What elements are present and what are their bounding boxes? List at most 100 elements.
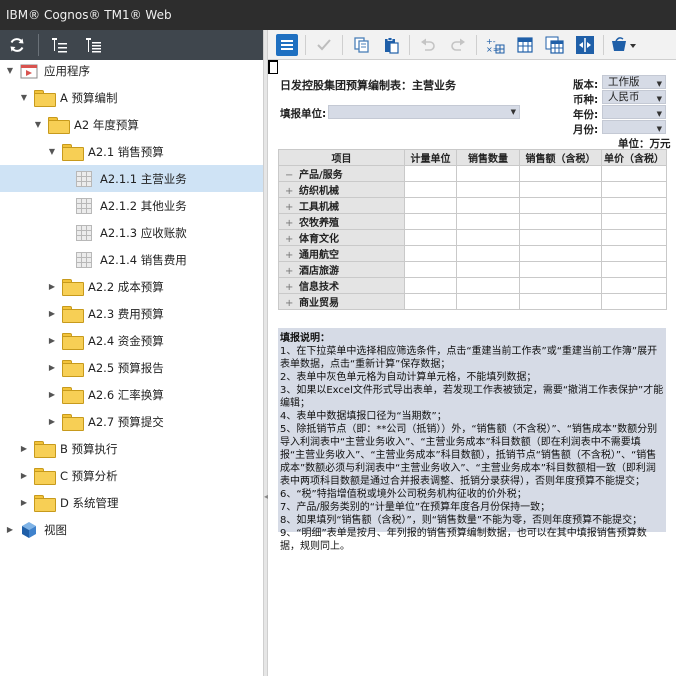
expand-plus-icon[interactable]: + — [285, 218, 299, 229]
expand-plus-icon[interactable]: + — [285, 186, 299, 197]
row-header[interactable]: + 农牧养殖 — [278, 213, 405, 230]
data-cell[interactable] — [456, 181, 520, 198]
collapsed-twisty-icon[interactable]: ▶ — [46, 335, 58, 347]
data-cell[interactable] — [456, 293, 520, 310]
expanded-twisty-icon[interactable]: ▼ — [4, 65, 16, 77]
data-cell[interactable] — [404, 245, 457, 262]
data-cell[interactable] — [519, 165, 602, 182]
fit-columns-button[interactable] — [570, 31, 600, 59]
data-cell[interactable] — [519, 293, 602, 310]
expanded-twisty-icon[interactable]: ▼ — [32, 119, 44, 131]
data-cell[interactable] — [519, 229, 602, 246]
data-cell[interactable] — [601, 261, 667, 278]
year-dropdown[interactable]: ▼ — [602, 105, 666, 119]
menu-button[interactable] — [272, 31, 302, 59]
currency-dropdown[interactable]: 人民币 ▼ — [602, 90, 666, 104]
tree-item[interactable]: ▶ C 预算分析 — [0, 462, 263, 489]
tree-item[interactable]: ▼ A 预算编制 — [0, 84, 263, 111]
data-cell[interactable] — [404, 229, 457, 246]
expand-plus-icon[interactable]: + — [285, 250, 299, 261]
data-cell[interactable] — [519, 261, 602, 278]
row-header[interactable]: + 酒店旅游 — [278, 261, 405, 278]
data-cell[interactable] — [404, 197, 457, 214]
tree-item[interactable]: ▶ A2.3 费用预算 — [0, 300, 263, 327]
copy-button[interactable] — [346, 31, 376, 59]
expanded-twisty-icon[interactable]: ▼ — [18, 92, 30, 104]
collapsed-twisty-icon[interactable]: ▶ — [18, 443, 30, 455]
unit-dropdown[interactable]: ▼ — [328, 105, 520, 119]
refresh-button[interactable] — [0, 30, 34, 60]
collapsed-twisty-icon[interactable]: ▶ — [46, 362, 58, 374]
data-cell[interactable] — [519, 213, 602, 230]
undo-button[interactable] — [413, 31, 443, 59]
data-cell[interactable] — [404, 213, 457, 230]
tree-item[interactable]: ▶ A2.4 资金预算 — [0, 327, 263, 354]
tree-item[interactable]: ▼ A2 年度预算 — [0, 111, 263, 138]
version-dropdown[interactable]: 工作版 ▼ — [602, 75, 666, 89]
expand-plus-icon[interactable]: + — [285, 282, 299, 293]
paste-button[interactable] — [376, 31, 406, 59]
expand-plus-icon[interactable]: + — [285, 266, 299, 277]
data-cell[interactable] — [404, 165, 457, 182]
collapse-tree-button[interactable] — [43, 30, 77, 60]
tree-item[interactable]: ▶ A2.2 成本预算 — [0, 273, 263, 300]
sandbox-dropdown-button[interactable] — [607, 31, 643, 59]
row-header[interactable]: − 产品/服务 — [278, 165, 405, 182]
data-cell[interactable] — [404, 261, 457, 278]
collapsed-twisty-icon[interactable]: ▶ — [46, 308, 58, 320]
expanded-twisty-icon[interactable]: ▼ — [46, 146, 58, 158]
collapsed-twisty-icon[interactable]: ▶ — [18, 470, 30, 482]
data-cell[interactable] — [456, 213, 520, 230]
tree-item[interactable]: ▶ D 系统管理 — [0, 489, 263, 516]
tree-item[interactable]: ▶ B 预算执行 — [0, 435, 263, 462]
data-cell[interactable] — [601, 165, 667, 182]
row-header[interactable]: + 信息技术 — [278, 277, 405, 294]
commit-button[interactable] — [309, 31, 339, 59]
data-cell[interactable] — [601, 197, 667, 214]
row-header[interactable]: + 工具机械 — [278, 197, 405, 214]
expand-plus-icon[interactable]: + — [285, 298, 299, 309]
tree-item[interactable]: A2.1.2 其他业务 — [0, 192, 263, 219]
recalculate-button[interactable]: +- ×= — [480, 31, 510, 59]
data-cell[interactable] — [519, 245, 602, 262]
tree-item[interactable]: ▼ A2.1 销售预算 — [0, 138, 263, 165]
splitter-collapse-icon[interactable]: ◂ — [264, 492, 268, 502]
collapsed-twisty-icon[interactable]: ▶ — [46, 281, 58, 293]
tree-item[interactable]: ▶ 视图 — [0, 516, 263, 543]
data-cell[interactable] — [456, 261, 520, 278]
data-cell[interactable] — [404, 277, 457, 294]
collapse-minus-icon[interactable]: − — [285, 170, 299, 181]
data-cell[interactable] — [404, 293, 457, 310]
month-dropdown[interactable]: ▼ — [602, 120, 666, 134]
data-cell[interactable] — [456, 229, 520, 246]
collapsed-twisty-icon[interactable]: ▶ — [46, 389, 58, 401]
rebuild-sheet-button[interactable] — [510, 31, 540, 59]
tree-item[interactable]: ▶ A2.6 汇率换算 — [0, 381, 263, 408]
data-cell[interactable] — [601, 293, 667, 310]
data-cell[interactable] — [404, 181, 457, 198]
tree-item[interactable]: ▼ 应用程序 — [0, 60, 263, 84]
data-cell[interactable] — [601, 277, 667, 294]
row-header[interactable]: + 体育文化 — [278, 229, 405, 246]
data-cell[interactable] — [456, 197, 520, 214]
collapsed-twisty-icon[interactable]: ▶ — [18, 497, 30, 509]
row-header[interactable]: + 通用航空 — [278, 245, 405, 262]
expand-plus-icon[interactable]: + — [285, 202, 299, 213]
row-header[interactable]: + 纺织机械 — [278, 181, 405, 198]
data-cell[interactable] — [601, 213, 667, 230]
data-cell[interactable] — [601, 181, 667, 198]
data-cell[interactable] — [601, 229, 667, 246]
tree-item[interactable]: ▶ A2.5 预算报告 — [0, 354, 263, 381]
rebuild-book-button[interactable] — [540, 31, 570, 59]
data-cell[interactable] — [519, 197, 602, 214]
data-cell[interactable] — [456, 165, 520, 182]
collapsed-twisty-icon[interactable]: ▶ — [4, 524, 16, 536]
tree-item[interactable]: A2.1.3 应收账款 — [0, 219, 263, 246]
row-header[interactable]: + 商业贸易 — [278, 293, 405, 310]
expand-plus-icon[interactable]: + — [285, 234, 299, 245]
data-cell[interactable] — [456, 277, 520, 294]
data-cell[interactable] — [456, 245, 520, 262]
redo-button[interactable] — [443, 31, 473, 59]
collapsed-twisty-icon[interactable]: ▶ — [46, 416, 58, 428]
data-cell[interactable] — [601, 245, 667, 262]
